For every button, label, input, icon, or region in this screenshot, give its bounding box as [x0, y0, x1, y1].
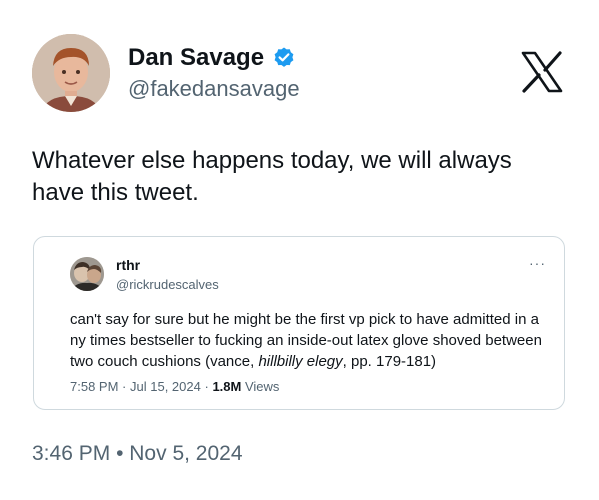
author-avatar-image: [32, 34, 110, 112]
verified-badge-icon: [274, 47, 294, 67]
quoted-time[interactable]: 7:58 PM: [70, 379, 118, 394]
author-avatar[interactable]: [32, 34, 110, 112]
tweet-screenshot: Dan Savage @fakedansavage Whatever else …: [0, 0, 599, 500]
meta-separator: ·: [122, 379, 127, 394]
tweet-time[interactable]: 3:46 PM: [32, 442, 110, 465]
quoted-tweet-card[interactable]: rthr @rickrudescalves ··· can't say for …: [33, 236, 565, 410]
meta-separator: •: [116, 442, 124, 465]
tweet-meta: 3:46 PM • Nov 5, 2024: [32, 442, 243, 466]
quoted-tweet-text: can't say for sure but he might be the f…: [70, 309, 550, 372]
quoted-tweet-meta: 7:58 PM · Jul 15, 2024 · 1.8M Views: [70, 379, 279, 394]
author-name[interactable]: Dan Savage: [128, 44, 264, 72]
more-options-button[interactable]: ···: [529, 255, 546, 271]
quoted-author-name[interactable]: rthr: [116, 257, 140, 273]
quoted-date[interactable]: Jul 15, 2024: [130, 379, 201, 394]
meta-separator: ·: [204, 379, 209, 394]
quoted-avatar-image: [70, 257, 104, 291]
quoted-views-count: 1.8M: [212, 379, 242, 394]
x-logo-icon[interactable]: [520, 50, 564, 94]
tweet-date[interactable]: Nov 5, 2024: [129, 442, 242, 465]
author-handle[interactable]: @fakedansavage: [128, 76, 300, 102]
quoted-author-avatar[interactable]: [70, 257, 104, 291]
quoted-text-italic: hillbilly elegy: [258, 353, 343, 370]
author-name-row: Dan Savage: [128, 44, 296, 72]
quoted-text-part: , pp. 179-181): [342, 353, 437, 370]
quoted-views-label: Views: [244, 379, 280, 394]
quoted-author-handle[interactable]: @rickrudescalves: [116, 277, 219, 292]
tweet-text: Whatever else happens today, we will alw…: [32, 147, 512, 206]
